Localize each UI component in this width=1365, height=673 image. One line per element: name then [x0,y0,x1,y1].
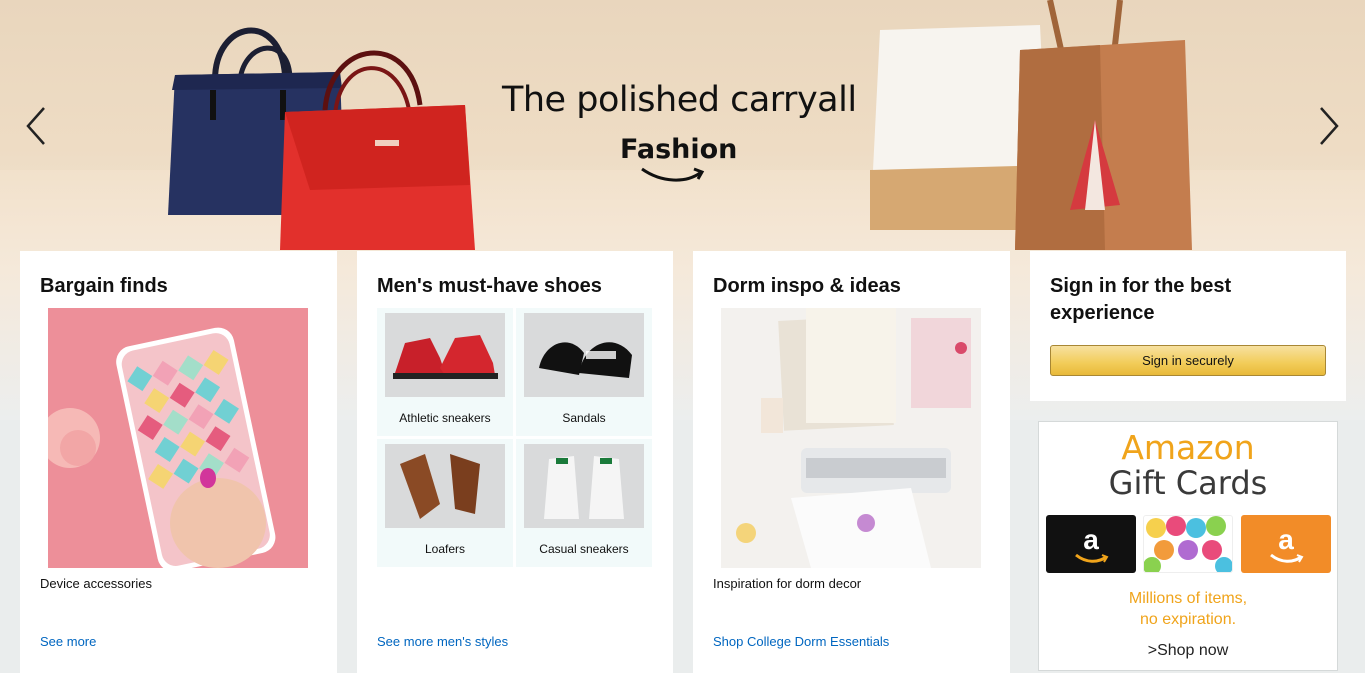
carousel-prev-icon[interactable] [16,100,56,152]
loafers-image [385,444,505,528]
card-caption: Inspiration for dorm decor [713,576,862,591]
carousel-next-icon[interactable] [1309,100,1349,152]
shop-dorm-essentials-link[interactable]: Shop College Dorm Essentials [713,634,889,649]
gift-ad-tagline-2: no expiration. [1139,611,1237,628]
card-title: Men's must-have shoes [377,275,602,297]
black-gift-card-image: a [1046,515,1136,573]
gift-ad-tagline-1: Millions of items, [1128,590,1248,607]
shoe-label: Loafers [424,542,466,556]
shoe-category-grid: Athletic sneakers Sandals Loafers Casual… [377,308,652,568]
shoe-tile-loafers[interactable]: Loafers [377,439,513,567]
shoe-label: Sandals [562,411,606,425]
card-caption: Device accessories [40,576,152,591]
card-mens-shoes: Men's must-have shoes Athletic sneakers [357,251,673,673]
sign-in-title: Sign in for the best experience [1050,275,1232,324]
shoe-tile-athletic-sneakers[interactable]: Athletic sneakers [377,308,513,436]
brown-tote-image [1015,0,1192,250]
shoe-tile-casual-sneakers[interactable]: Casual sneakers [516,439,652,567]
device-accessories-image[interactable] [48,308,308,568]
see-more-link[interactable]: See more [40,634,96,649]
card-title: Bargain finds [40,275,168,297]
card-bargain-finds: Bargain finds Device accessories See mor… [20,251,337,673]
athletic-sneakers-image [385,313,505,397]
birthday-gift-card-image [1143,515,1233,573]
dorm-decor-image[interactable] [721,308,981,568]
shoe-label: Athletic sneakers [399,411,491,425]
card-sign-in: Sign in for the best experience Sign in … [1030,251,1346,401]
amazon-smile-icon [641,167,705,182]
gift-ad-brand: Amazon [1121,428,1255,467]
red-handbag-image [280,50,475,250]
card-dorm-inspo: Dorm inspo & ideas Inspiration for dorm … [693,251,1010,673]
hero-brand-label: Fashion [620,134,738,165]
svg-text:a: a [1083,524,1099,555]
casual-sneakers-image [524,444,644,528]
card-title: Dorm inspo & ideas [713,275,901,297]
sandals-image [524,313,644,397]
gift-ad-product: Gift Cards [1108,464,1268,502]
shoe-label: Casual sneakers [539,542,629,556]
svg-text:a: a [1278,524,1294,555]
shoe-tile-sandals[interactable]: Sandals [516,308,652,436]
hero-title: The polished carryall [502,80,857,120]
sign-in-button[interactable]: Sign in securely [1050,345,1326,376]
orange-gift-card-image: a [1241,515,1331,573]
see-more-mens-styles-link[interactable]: See more men's styles [377,634,508,649]
shop-now-link[interactable]: >Shop now [1039,642,1337,660]
gift-cards-ad[interactable]: Amazon Gift Cards a a Millions of items, [1038,421,1338,671]
